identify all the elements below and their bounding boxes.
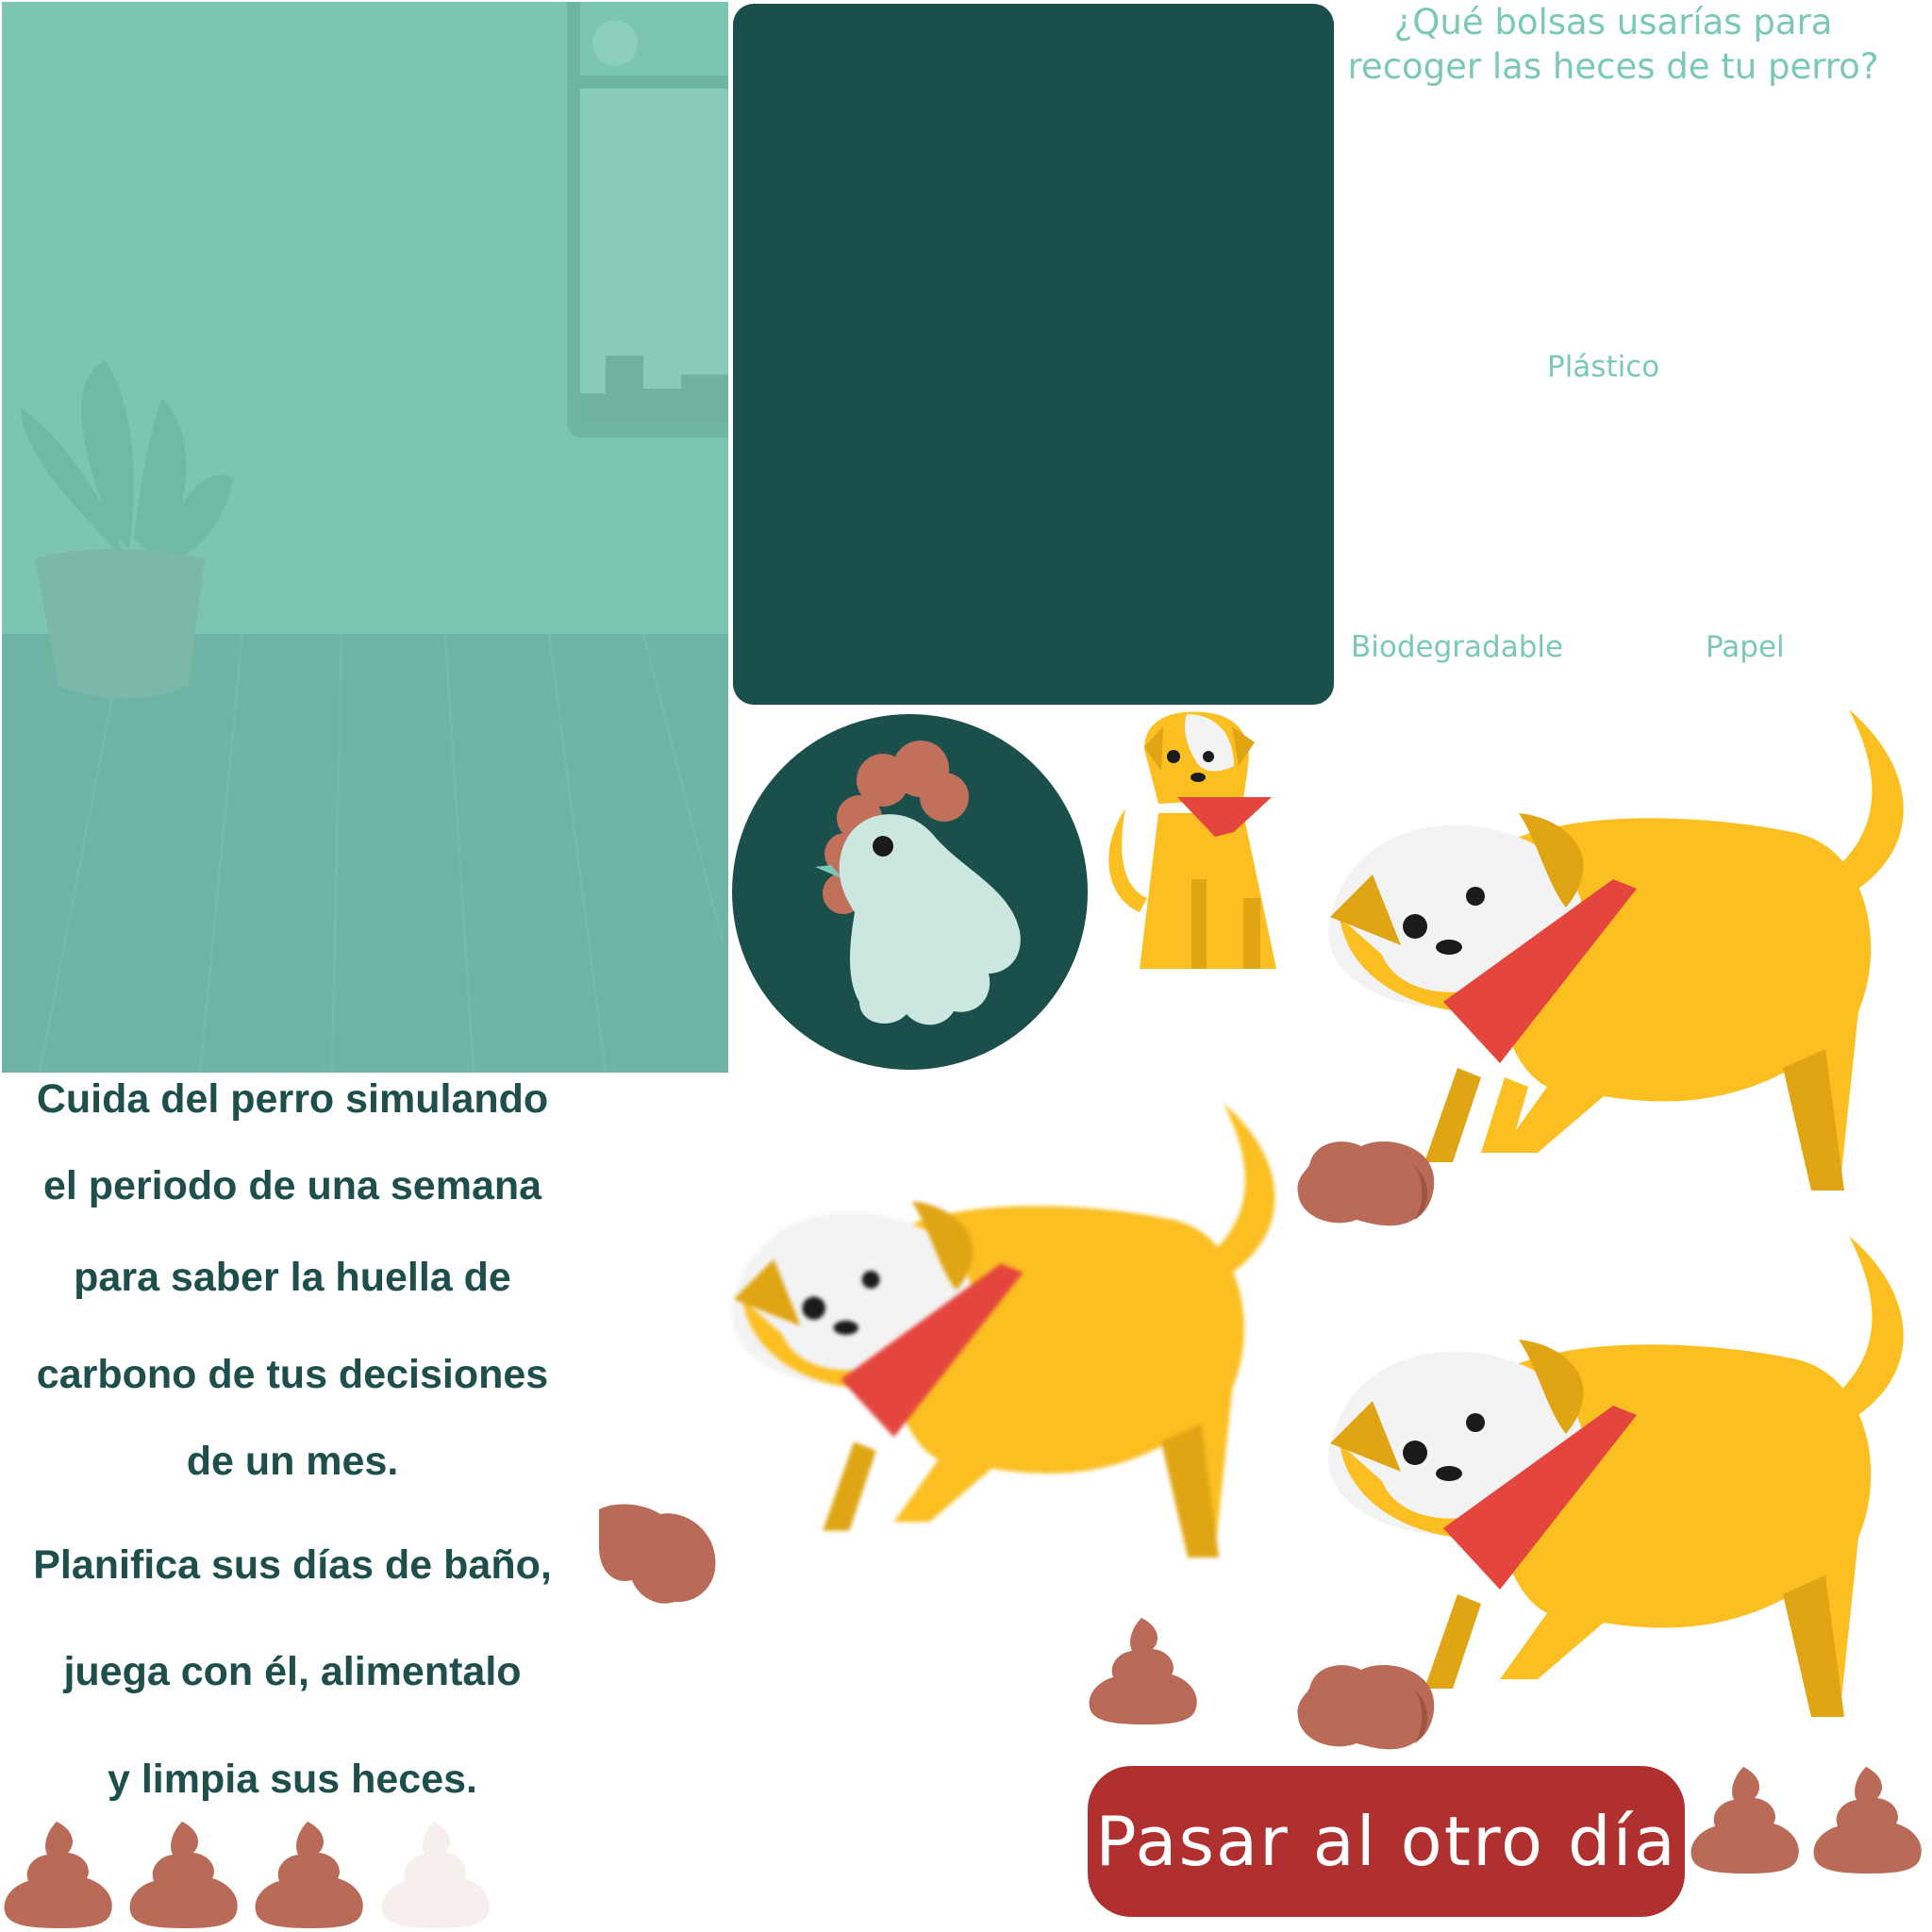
playful-dog-2[interactable] [698,1075,1302,1594]
chicken-body [839,814,1021,1025]
intro-line: Cuida del perro simulando [36,1076,549,1122]
question-line-2: recoger las heces de tu perro? [1347,46,1879,87]
question-line-1: ¿Qué bolsas usarías para [1393,2,1833,42]
poop-extra-1[interactable] [1687,1762,1807,1875]
poop-meter [0,1813,500,1932]
intro-line: para saber la huella de [74,1255,511,1300]
ball-toy-3[interactable] [1291,1660,1437,1755]
chicken-icon [815,741,1021,1025]
poop-icon [4,1822,112,1928]
option-plastic[interactable]: Plástico [1547,350,1659,384]
poop-icon [1813,1767,1922,1874]
option-paper[interactable]: Papel [1706,630,1785,664]
poop-on-floor[interactable] [1085,1613,1206,1726]
poop-icon-empty [381,1822,490,1928]
poop-icon [1690,1767,1799,1874]
room-scene [2,2,728,1073]
dog-icon [1328,1236,1904,1717]
ball-toy-1[interactable] [1291,1137,1437,1231]
poop-extra-2[interactable] [1809,1762,1930,1875]
chicken-food-button[interactable] [732,714,1088,1070]
next-day-button[interactable]: Pasar al otro día [1088,1766,1685,1917]
intro-line: carbono de tus decisiones [36,1352,549,1397]
poop-icon [129,1822,238,1928]
bag-question: ¿Qué bolsas usarías para recoger las hec… [1321,0,1906,89]
poop-icon [255,1822,363,1928]
room-illustration [2,2,728,1073]
dog-icon [1108,711,1276,969]
ball-toy-icon [1297,1141,1435,1226]
intro-line: de un mes. [186,1439,399,1484]
option-biodegradable[interactable]: Biodegradable [1351,630,1563,664]
intro-line: juega con él, alimentalo [63,1649,522,1694]
poop-meter-icons [4,1822,490,1928]
playful-dog-3[interactable] [1292,1236,1932,1726]
chicken-eye [873,836,893,857]
playful-dog-1[interactable] [1292,709,1932,1200]
intro-line: y limpia sus heces. [108,1757,477,1802]
dog-icon [731,1103,1275,1557]
ball-toy-icon [599,1504,716,1604]
intro-line: el periodo de una semana [42,1163,542,1208]
dog-icon [1328,709,1904,1191]
question-panel [733,4,1334,705]
ball-toy-icon [1297,1665,1435,1750]
window-glass [580,89,728,425]
ball-toy-2[interactable] [594,1500,722,1608]
poop-icon [1089,1618,1197,1724]
plant-pot [35,549,205,699]
sitting-dog[interactable] [1092,709,1291,974]
sun-icon [592,21,638,66]
intro-line: Planifica sus días de baño, [33,1542,552,1588]
